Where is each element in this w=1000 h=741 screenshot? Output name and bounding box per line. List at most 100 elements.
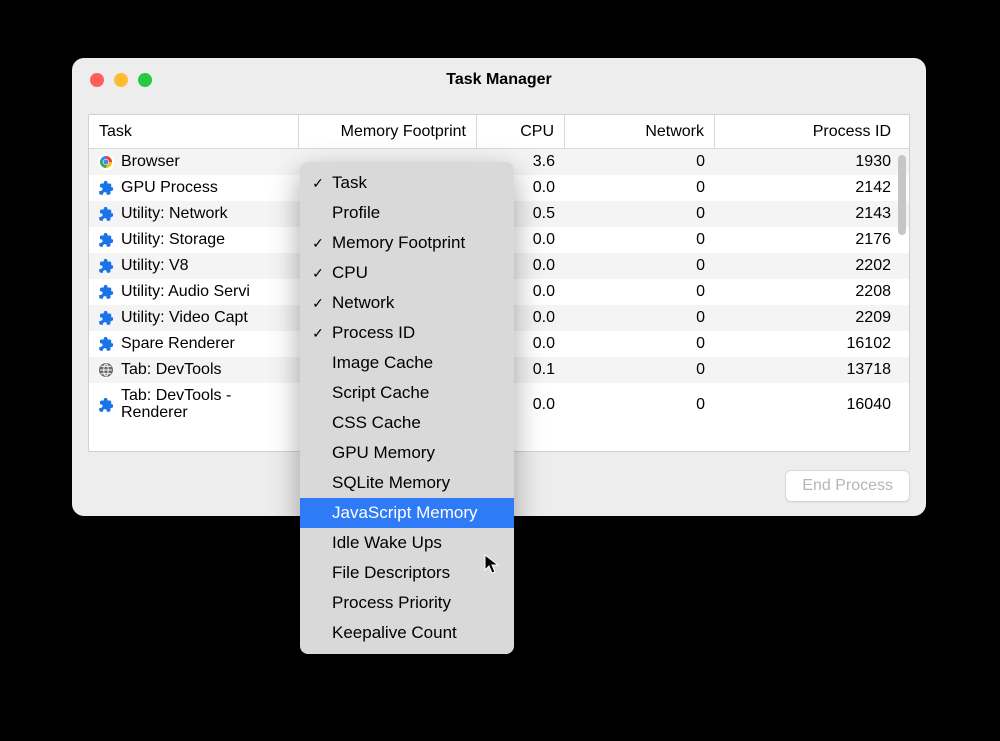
- menu-item[interactable]: Process Priority: [300, 588, 514, 618]
- menu-item[interactable]: Script Cache: [300, 378, 514, 408]
- extension-icon: [97, 205, 115, 223]
- column-context-menu[interactable]: ✓ Task Profile ✓ Memory Footprint ✓ CPU ✓ Networ…: [300, 162, 514, 654]
- column-header-pid[interactable]: Process ID: [715, 115, 909, 148]
- cell-net: 0: [565, 205, 715, 223]
- chrome-icon: [97, 153, 115, 171]
- end-process-button[interactable]: End Process: [785, 470, 910, 502]
- menu-item-label: Keepalive Count: [332, 623, 457, 643]
- cell-pid: 2209: [715, 309, 909, 327]
- menu-item-label: Network: [332, 293, 394, 313]
- task-name: Utility: V8: [121, 257, 189, 275]
- menu-item[interactable]: SQLite Memory: [300, 468, 514, 498]
- column-header-network[interactable]: Network: [565, 115, 715, 148]
- menu-item[interactable]: ✓Process ID: [300, 318, 514, 348]
- cell-net: 0: [565, 396, 715, 414]
- table-header: Task Memory Footprint CPU Network Proces…: [89, 115, 909, 149]
- menu-item-label: CPU: [332, 263, 368, 283]
- extension-icon: [97, 257, 115, 275]
- maximize-button[interactable]: [138, 73, 152, 87]
- menu-item-label: Process ID: [332, 323, 415, 343]
- extension-icon: [97, 231, 115, 249]
- menu-item-label: Task: [332, 173, 367, 193]
- task-name: Utility: Video Capt: [121, 309, 248, 327]
- cell-task: Tab: DevTools - Renderer: [89, 388, 299, 422]
- menu-item[interactable]: Idle Wake Ups: [300, 528, 514, 558]
- cell-pid: 13718: [715, 361, 909, 379]
- minimize-button[interactable]: [114, 73, 128, 87]
- cell-task: Utility: Storage: [89, 231, 299, 249]
- cell-pid: 1930: [715, 153, 909, 171]
- check-icon: ✓: [310, 266, 326, 280]
- close-button[interactable]: [90, 73, 104, 87]
- column-header-task[interactable]: Task: [89, 115, 299, 148]
- scrollbar-thumb[interactable]: [898, 155, 906, 235]
- task-name: Utility: Storage: [121, 231, 225, 249]
- window-title: Task Manager: [72, 71, 926, 89]
- titlebar[interactable]: Task Manager: [72, 58, 926, 102]
- globe-icon: [97, 361, 115, 379]
- task-name: Utility: Network: [121, 205, 228, 223]
- cell-net: 0: [565, 153, 715, 171]
- cell-task: Browser: [89, 153, 299, 171]
- menu-item-label: JavaScript Memory: [332, 503, 477, 523]
- cell-pid: 2208: [715, 283, 909, 301]
- column-header-cpu[interactable]: CPU: [477, 115, 565, 148]
- cell-task: Utility: Network: [89, 205, 299, 223]
- cell-task: Utility: V8: [89, 257, 299, 275]
- menu-item[interactable]: Image Cache: [300, 348, 514, 378]
- cell-task: Tab: DevTools: [89, 361, 299, 379]
- menu-item[interactable]: ✓ Task: [300, 168, 514, 198]
- cell-pid: 2142: [715, 179, 909, 197]
- cell-pid: 2176: [715, 231, 909, 249]
- task-name: Browser: [121, 153, 180, 171]
- cell-net: 0: [565, 257, 715, 275]
- menu-item[interactable]: ✓ CPU: [300, 258, 514, 288]
- extension-icon: [97, 309, 115, 327]
- cell-net: 0: [565, 309, 715, 327]
- menu-item-label: Idle Wake Ups: [332, 533, 442, 553]
- task-name: Tab: DevTools - Renderer: [121, 388, 299, 422]
- extension-icon: [97, 179, 115, 197]
- menu-item-label: Image Cache: [332, 353, 433, 373]
- menu-item-label: GPU Memory: [332, 443, 435, 463]
- menu-item[interactable]: CSS Cache: [300, 408, 514, 438]
- footer: End Process: [785, 470, 910, 502]
- menu-item[interactable]: JavaScript Memory: [300, 498, 514, 528]
- task-name: Utility: Audio Servi: [121, 283, 250, 301]
- cell-task: Utility: Video Capt: [89, 309, 299, 327]
- menu-item-label: CSS Cache: [332, 413, 421, 433]
- extension-icon: [97, 335, 115, 353]
- menu-item-label: SQLite Memory: [332, 473, 450, 493]
- cell-net: 0: [565, 335, 715, 353]
- task-name: GPU Process: [121, 179, 218, 197]
- menu-item-label: File Descriptors: [332, 563, 450, 583]
- menu-item-label: Profile: [332, 203, 380, 223]
- menu-item[interactable]: Profile: [300, 198, 514, 228]
- cell-net: 0: [565, 179, 715, 197]
- check-icon: ✓: [310, 176, 326, 190]
- traffic-lights: [72, 73, 152, 87]
- cell-net: 0: [565, 283, 715, 301]
- cell-net: 0: [565, 361, 715, 379]
- task-name: Tab: DevTools: [121, 361, 222, 379]
- cell-net: 0: [565, 231, 715, 249]
- menu-item[interactable]: Keepalive Count: [300, 618, 514, 648]
- menu-item-label: Script Cache: [332, 383, 429, 403]
- column-header-memory[interactable]: Memory Footprint: [299, 115, 477, 148]
- check-icon: ✓: [310, 296, 326, 310]
- menu-item[interactable]: ✓ Network: [300, 288, 514, 318]
- menu-item[interactable]: ✓ Memory Footprint: [300, 228, 514, 258]
- cell-pid: 16040: [715, 396, 909, 414]
- cell-pid: 2202: [715, 257, 909, 275]
- menu-item[interactable]: File Descriptors: [300, 558, 514, 588]
- menu-item-label: Memory Footprint: [332, 233, 465, 253]
- check-icon: ✓: [310, 236, 326, 250]
- menu-item[interactable]: GPU Memory: [300, 438, 514, 468]
- cell-pid: 16102: [715, 335, 909, 353]
- extension-icon: [97, 283, 115, 301]
- cell-pid: 2143: [715, 205, 909, 223]
- menu-item-label: Process Priority: [332, 593, 451, 613]
- cell-task: Spare Renderer: [89, 335, 299, 353]
- task-name: Spare Renderer: [121, 335, 235, 353]
- cell-task: GPU Process: [89, 179, 299, 197]
